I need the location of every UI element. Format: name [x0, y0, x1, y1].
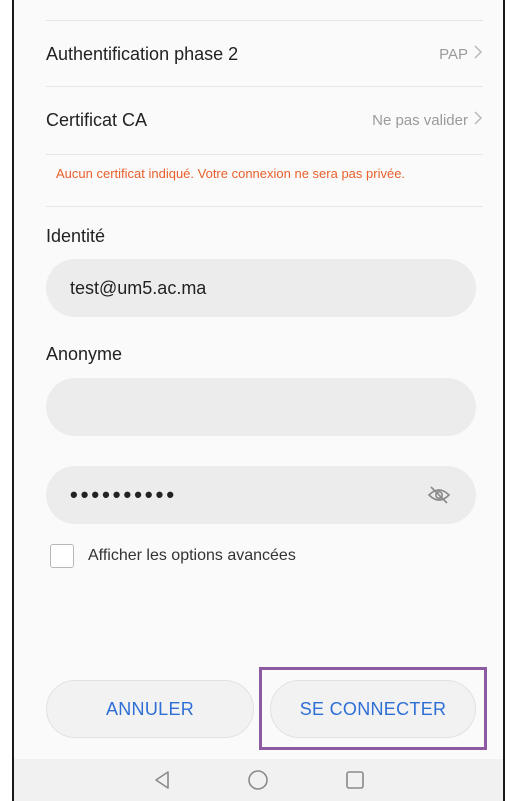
advanced-options-label: Afficher les options avancées [88, 547, 296, 564]
anonymous-input[interactable] [46, 378, 476, 436]
password-input[interactable]: •••••••••• [46, 466, 476, 524]
connect-button-highlight [259, 667, 487, 750]
auth-phase2-row[interactable]: Authentification phase 2 PAP [46, 22, 483, 86]
certificate-warning: Aucun certificat indiqué. Votre connexio… [56, 166, 406, 181]
anonymous-label: Anonyme [46, 344, 123, 364]
identity-label: Identité [46, 226, 106, 246]
identity-value: test@um5.ac.ma [70, 277, 207, 298]
auth-phase2-label: Authentification phase 2 [46, 43, 239, 64]
chevron-right-icon [474, 45, 483, 64]
cancel-button[interactable]: ANNULER [46, 680, 254, 738]
password-value: •••••••••• [70, 482, 178, 507]
ca-certificate-row[interactable]: Certificat CA Ne pas valider [46, 88, 483, 152]
top-divider [46, 20, 483, 21]
auth-phase2-value-group: PAP [439, 45, 483, 64]
eye-off-icon[interactable] [426, 482, 452, 508]
divider [46, 206, 483, 207]
back-icon[interactable] [150, 768, 174, 792]
advanced-options-checkbox[interactable] [50, 544, 74, 568]
auth-phase2-value: PAP [439, 45, 468, 63]
home-icon[interactable] [246, 768, 270, 792]
chevron-right-icon [474, 111, 483, 130]
identity-input[interactable]: test@um5.ac.ma [46, 259, 476, 317]
advanced-options-row[interactable]: Afficher les options avancées [50, 544, 296, 568]
ca-certificate-label: Certificat CA [46, 109, 148, 130]
system-navigation-bar [14, 759, 503, 801]
recents-icon[interactable] [343, 768, 367, 792]
divider [46, 154, 483, 155]
ca-certificate-value: Ne pas valider [372, 111, 468, 129]
divider [46, 86, 483, 87]
ca-certificate-value-group: Ne pas valider [372, 111, 483, 130]
